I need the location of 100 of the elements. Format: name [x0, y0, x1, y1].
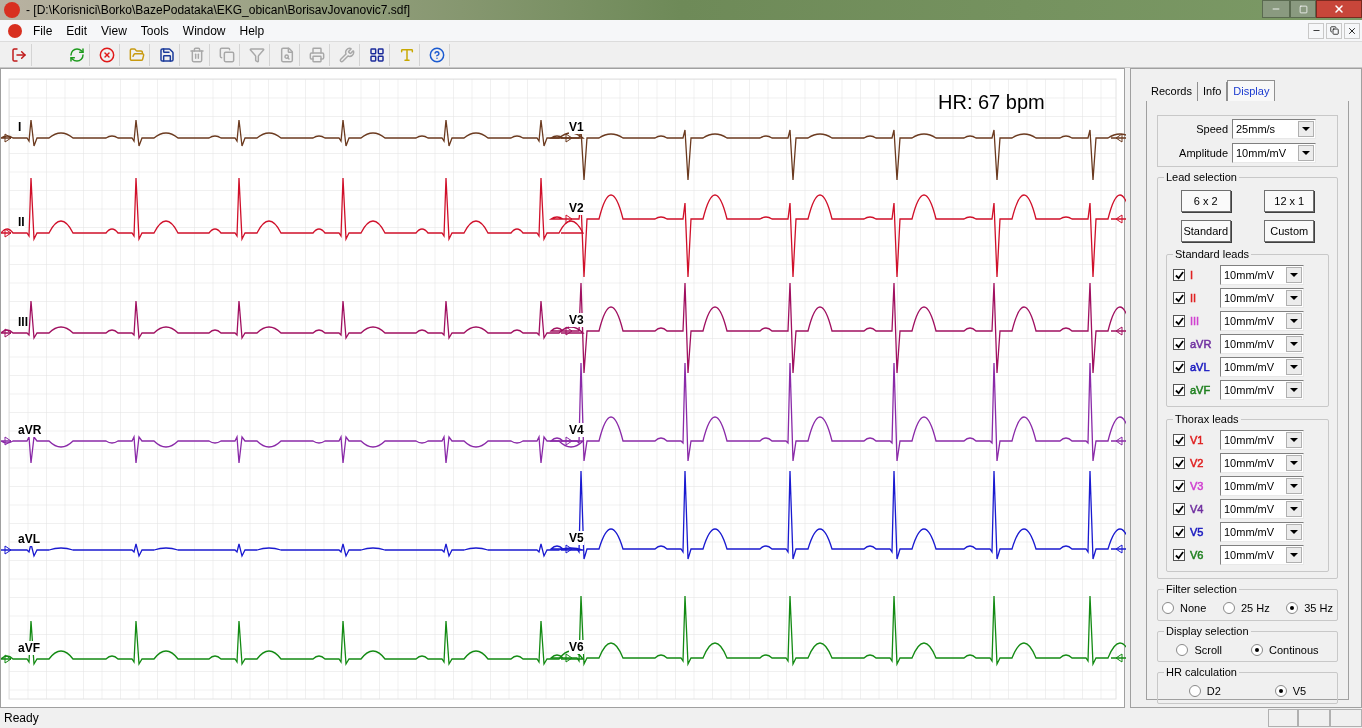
checkbox[interactable]	[1173, 503, 1185, 515]
lead-marker-icon	[4, 545, 12, 555]
checkbox[interactable]	[1173, 434, 1185, 446]
radio-label: None	[1180, 601, 1207, 616]
lead-label: V3	[569, 313, 584, 327]
group-title: Lead selection	[1164, 170, 1239, 184]
menu-item[interactable]: Window	[175, 21, 233, 40]
lead-label: II	[18, 215, 25, 229]
lead-marker-icon	[1115, 653, 1123, 663]
dropdown[interactable]: 10mm/mV	[1220, 288, 1304, 308]
trash-icon	[188, 46, 205, 63]
help-icon	[428, 46, 445, 63]
dropdown[interactable]: 10mm/mV	[1220, 334, 1304, 354]
checkbox[interactable]	[1173, 269, 1185, 281]
radio-button[interactable]	[1162, 602, 1174, 615]
layout-button[interactable]: Custom	[1264, 220, 1315, 242]
lead-label: V4	[569, 423, 584, 437]
amplitude-label: Amplitude	[1178, 145, 1228, 161]
lead-marker-icon	[565, 214, 573, 224]
menu-item[interactable]: Help	[232, 21, 272, 40]
radio-label: V5	[1292, 684, 1307, 699]
lead-label: V4	[1190, 502, 1204, 516]
checkbox[interactable]	[1173, 457, 1185, 469]
dropdown[interactable]: 10mm/mV	[1220, 499, 1304, 519]
dropdown[interactable]: 10mm/mV	[1220, 357, 1304, 377]
lead-marker-icon	[4, 436, 12, 446]
speed-label: Speed	[1195, 121, 1228, 137]
radio-label: Scroll	[1194, 642, 1222, 658]
lead-marker-icon	[565, 133, 573, 143]
lead-label: I	[18, 120, 22, 134]
dropdown[interactable]: 10mm/mV	[1220, 265, 1304, 285]
lead-marker-icon	[4, 133, 12, 143]
dropdown[interactable]: 10mm/mV	[1220, 380, 1304, 400]
group-title: Standard leads	[1173, 247, 1251, 261]
mdi-restore-button[interactable]	[1326, 22, 1342, 39]
tab[interactable]: Records	[1146, 82, 1198, 101]
lead-label: II	[1190, 291, 1197, 305]
lead-label: V2	[1190, 456, 1204, 470]
maximize-button[interactable]	[1290, 0, 1316, 18]
copy-icon	[218, 46, 235, 63]
lead-marker-icon	[4, 228, 12, 238]
dropdown[interactable]: 10mm/mV	[1232, 143, 1316, 163]
lead-marker-icon	[4, 328, 12, 338]
checkbox[interactable]	[1173, 384, 1185, 396]
checkbox[interactable]	[1173, 549, 1185, 561]
menu-item[interactable]: View	[94, 21, 134, 40]
heart-rate-readout: HR: 67 bpm	[938, 90, 1045, 115]
layout-button[interactable]: Standard	[1180, 220, 1231, 242]
checkbox[interactable]	[1173, 526, 1185, 538]
checkbox[interactable]	[1173, 292, 1185, 304]
checkbox[interactable]	[1173, 315, 1185, 327]
menu-item[interactable]: Edit	[59, 21, 95, 40]
layout-button[interactable]: 12 x 1	[1264, 190, 1315, 212]
dropdown[interactable]: 10mm/mV	[1220, 453, 1304, 473]
group-title: HR calculation	[1164, 665, 1239, 679]
close-button[interactable]	[1316, 0, 1362, 18]
radio-button[interactable]	[1274, 685, 1287, 698]
lead-marker-icon	[565, 653, 573, 663]
lead-label: V5	[569, 531, 584, 545]
radio-button[interactable]	[1176, 643, 1189, 656]
grid-icon	[368, 46, 385, 63]
dropdown[interactable]: 10mm/mV	[1220, 430, 1304, 450]
radio-button[interactable]	[1222, 602, 1235, 615]
mdi-close-button[interactable]	[1344, 22, 1360, 39]
radio-button[interactable]	[1188, 685, 1201, 698]
lead-label: V1	[569, 120, 584, 134]
layout-button[interactable]: 6 x 2	[1180, 190, 1231, 212]
lead-label: I	[1190, 268, 1194, 282]
menu-item[interactable]: File	[26, 21, 60, 40]
minimize-button[interactable]	[1262, 0, 1290, 18]
lead-label: aVL	[1190, 360, 1210, 374]
mdi-minimize-button[interactable]	[1308, 22, 1324, 39]
menu-item[interactable]: Tools	[133, 21, 176, 40]
stop-icon	[98, 46, 115, 63]
dropdown[interactable]: 10mm/mV	[1220, 522, 1304, 542]
radio-button[interactable]	[1286, 602, 1299, 615]
radio-label: 35 Hz	[1304, 601, 1333, 616]
status-pane	[1298, 709, 1330, 727]
restore-icon	[1329, 26, 1339, 35]
lead-label: aVL	[18, 532, 40, 546]
dropdown[interactable]: 25mm/s	[1232, 119, 1316, 139]
lead-marker-icon	[565, 326, 573, 336]
lead-label: aVF	[18, 641, 40, 655]
checkbox[interactable]	[1173, 480, 1185, 492]
filter-icon	[248, 46, 265, 63]
folder-icon	[128, 46, 145, 63]
exit-icon	[10, 46, 27, 63]
dropdown[interactable]: 10mm/mV	[1220, 311, 1304, 331]
status-pane	[1330, 709, 1362, 727]
preview-icon	[278, 46, 295, 63]
tab[interactable]: Display	[1227, 80, 1276, 101]
checkbox[interactable]	[1173, 361, 1185, 373]
dropdown[interactable]: 10mm/mV	[1220, 476, 1304, 496]
lead-marker-icon	[1115, 326, 1123, 336]
lead-marker-icon	[565, 436, 573, 446]
maximize-icon	[1298, 4, 1308, 14]
checkbox[interactable]	[1173, 338, 1185, 350]
radio-button[interactable]	[1250, 643, 1263, 656]
lead-marker-icon	[1115, 544, 1123, 554]
dropdown[interactable]: 10mm/mV	[1220, 545, 1304, 565]
